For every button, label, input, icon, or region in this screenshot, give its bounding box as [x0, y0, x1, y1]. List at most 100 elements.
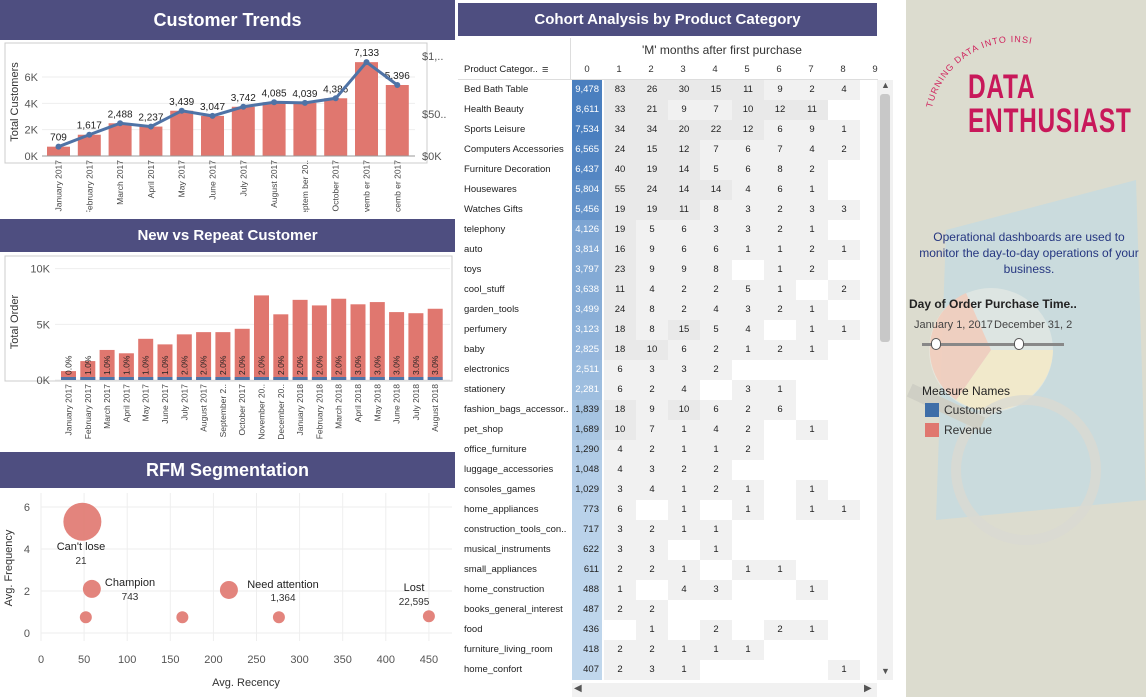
cohort-cell[interactable]: 6 — [604, 380, 636, 400]
cohort-cell[interactable]: 9 — [636, 240, 668, 260]
cohort-cell[interactable]: 3 — [828, 200, 860, 220]
month0-cell[interactable]: 2,511 — [572, 360, 602, 380]
cohort-cell[interactable]: 1 — [732, 640, 764, 660]
month0-cell[interactable]: 487 — [572, 600, 602, 620]
month0-cell[interactable]: 3,499 — [572, 300, 602, 320]
month0-cell[interactable]: 5,804 — [572, 180, 602, 200]
repeat-orders-bar[interactable] — [254, 377, 269, 380]
cohort-cell[interactable]: 2 — [604, 600, 636, 620]
customers-bar[interactable] — [108, 123, 132, 156]
cohort-row[interactable]: small_appliances 611 2 2 1 1 1 — [458, 560, 878, 580]
cohort-horizontal-scrollbar[interactable]: ◀ ▶ — [572, 683, 877, 697]
cohort-cell[interactable]: 2 — [796, 240, 828, 260]
cohort-cell[interactable]: 8 — [700, 260, 732, 280]
repeat-orders-bar[interactable] — [350, 377, 366, 380]
cohort-cell[interactable]: 1 — [796, 300, 828, 320]
month0-cell[interactable]: 6,565 — [572, 140, 602, 160]
cohort-cell[interactable]: 2 — [636, 380, 668, 400]
customers-bar[interactable] — [355, 62, 378, 156]
customers-bar[interactable] — [385, 85, 409, 156]
repeat-orders-bar[interactable] — [215, 377, 231, 380]
cohort-cell[interactable] — [764, 520, 796, 540]
repeat-orders-bar[interactable] — [196, 377, 212, 380]
cohort-cell[interactable]: 3 — [636, 540, 668, 560]
cohort-cell[interactable] — [796, 600, 828, 620]
revenue-point[interactable] — [209, 112, 216, 119]
month0-cell[interactable]: 436 — [572, 620, 602, 640]
legend-label-customers[interactable]: Customers — [944, 403, 1002, 417]
cohort-row[interactable]: Watches Gifts 5,456 19 19 11 8 3 2 3 3 — [458, 200, 878, 220]
cohort-cell[interactable]: 33 — [604, 100, 636, 120]
cohort-row[interactable]: Bed Bath Table 9,478 83 26 30 15 11 9 2 4 — [458, 80, 878, 100]
cohort-cell[interactable]: 1 — [668, 660, 700, 680]
segment-bubble[interactable] — [63, 502, 102, 541]
cohort-cell[interactable]: 1 — [636, 620, 668, 640]
cohort-cell[interactable]: 12 — [668, 140, 700, 160]
cohort-cell[interactable]: 1 — [700, 520, 732, 540]
month0-cell[interactable]: 1,029 — [572, 480, 602, 500]
cohort-cell[interactable]: 6 — [700, 400, 732, 420]
scroll-thumb[interactable] — [880, 94, 890, 342]
cohort-cell[interactable] — [764, 500, 796, 520]
cohort-cell[interactable] — [764, 420, 796, 440]
cohort-cell[interactable]: 1 — [764, 240, 796, 260]
cohort-cell[interactable]: 8 — [764, 160, 796, 180]
cohort-row[interactable]: cool_stuff 3,638 11 4 2 2 5 1 2 — [458, 280, 878, 300]
cohort-row[interactable]: Health Beauty 8,611 33 21 9 7 10 12 11 — [458, 100, 878, 120]
cohort-cell[interactable]: 3 — [732, 200, 764, 220]
repeat-orders-bar[interactable] — [157, 377, 173, 380]
cohort-cell[interactable]: 4 — [796, 140, 828, 160]
cohort-row[interactable]: home_confort 407 2 3 1 1 — [458, 660, 878, 680]
cohort-cell[interactable] — [732, 580, 764, 600]
cohort-cell[interactable]: 3 — [732, 220, 764, 240]
cohort-cell[interactable]: 1 — [732, 480, 764, 500]
sort-icon[interactable]: ≡ — [542, 64, 548, 76]
revenue-point[interactable] — [147, 123, 154, 130]
cohort-cell[interactable] — [668, 600, 700, 620]
cohort-cell[interactable] — [732, 360, 764, 380]
cohort-cell[interactable] — [732, 660, 764, 680]
cohort-cell[interactable]: 4 — [636, 480, 668, 500]
month0-cell[interactable]: 5,456 — [572, 200, 602, 220]
month0-cell[interactable]: 4,126 — [572, 220, 602, 240]
cohort-cell[interactable]: 1 — [828, 320, 860, 340]
cohort-cell[interactable] — [828, 380, 860, 400]
cohort-cell[interactable]: 7 — [764, 140, 796, 160]
repeat-orders-bar[interactable] — [389, 377, 405, 380]
cohort-row[interactable]: electronics 2,511 6 3 3 2 — [458, 360, 878, 380]
cohort-vertical-scrollbar[interactable]: ▲ ▼ — [877, 80, 893, 680]
cohort-cell[interactable]: 24 — [636, 180, 668, 200]
cohort-cell[interactable] — [828, 580, 860, 600]
cohort-cell[interactable] — [828, 160, 860, 180]
cohort-cell[interactable]: 10 — [636, 340, 668, 360]
cohort-cell[interactable] — [828, 340, 860, 360]
cohort-cell[interactable]: 2 — [700, 340, 732, 360]
cohort-cell[interactable]: 3 — [732, 380, 764, 400]
cohort-cell[interactable] — [732, 620, 764, 640]
cohort-cell[interactable] — [828, 260, 860, 280]
cohort-cell[interactable]: 2 — [604, 640, 636, 660]
segment-bubble[interactable] — [272, 611, 285, 624]
cohort-cell[interactable]: 24 — [604, 140, 636, 160]
scroll-up-icon[interactable]: ▲ — [881, 80, 890, 90]
cohort-cell[interactable]: 2 — [764, 220, 796, 240]
cohort-cell[interactable]: 8 — [700, 200, 732, 220]
cohort-cell[interactable] — [828, 220, 860, 240]
cohort-cell[interactable] — [796, 440, 828, 460]
cohort-cell[interactable] — [732, 520, 764, 540]
cohort-cell[interactable]: 10 — [732, 100, 764, 120]
cohort-cell[interactable]: 1 — [732, 560, 764, 580]
cohort-cell[interactable]: 2 — [700, 480, 732, 500]
cohort-cell[interactable]: 2 — [796, 160, 828, 180]
cohort-cell[interactable]: 2 — [700, 620, 732, 640]
cohort-cell[interactable]: 4 — [828, 80, 860, 100]
cohort-cell[interactable] — [732, 540, 764, 560]
cohort-cell[interactable]: 2 — [732, 440, 764, 460]
cohort-row[interactable]: home_construction 488 1 4 3 1 — [458, 580, 878, 600]
cohort-cell[interactable] — [828, 540, 860, 560]
month0-cell[interactable]: 488 — [572, 580, 602, 600]
cohort-cell[interactable]: 3 — [700, 220, 732, 240]
cohort-cell[interactable]: 6 — [732, 160, 764, 180]
cohort-cell[interactable] — [764, 480, 796, 500]
cohort-cell[interactable]: 11 — [796, 100, 828, 120]
